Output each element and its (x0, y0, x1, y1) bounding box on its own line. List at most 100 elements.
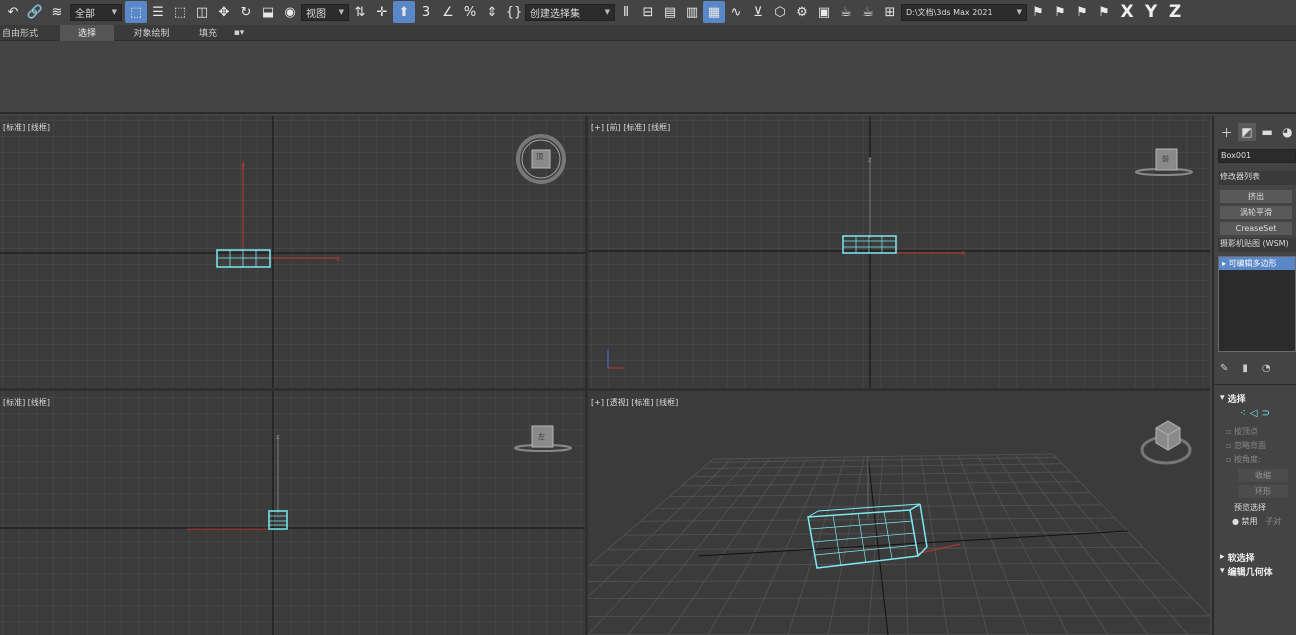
soft-selection-rollout-header[interactable]: ▸ 软选择 (1214, 550, 1296, 564)
ribbon-tab-bar: 自由形式 选择 对象绘制 填充 ▪▾ (0, 24, 1296, 41)
by-vertex-label: 按顶点 (1233, 426, 1258, 436)
named-selection-dropdown[interactable]: 创建选择集 ▼ (525, 3, 615, 21)
viewport-top-canvas: y x (0, 116, 585, 388)
soft-selection-title: 软选择 (1227, 553, 1255, 564)
angle-snap-icon[interactable]: ∠ (437, 1, 459, 23)
project-path-dropdown[interactable]: D:\文档\3ds Max 2021 ▼ (901, 3, 1027, 21)
edit-geometry-title: 编辑几何体 (1227, 567, 1273, 578)
tab-selection[interactable]: 选择 (60, 24, 114, 41)
select-manipulate-icon[interactable]: ✛ (371, 1, 393, 23)
set-project-icon[interactable]: ⚑ (1071, 1, 1093, 23)
rendered-frame-window-icon[interactable]: ▣ (813, 1, 835, 23)
render-active-icon[interactable]: ☕ (857, 1, 879, 23)
viewport-left-label[interactable]: [标准] [线框] (3, 397, 50, 408)
tab-populate[interactable]: 填充 (189, 25, 227, 41)
z-axis-label: z (868, 156, 872, 164)
spinner-snap-icon[interactable]: ⇕ (481, 1, 503, 23)
viewport-left-canvas: z (0, 391, 585, 635)
border-level-icon[interactable]: ⊃ (1262, 408, 1270, 419)
ignore-backfacing-label: 忽略背面 (1233, 440, 1266, 450)
motion-tab-icon[interactable]: ◕ (1279, 123, 1296, 141)
viewport-perspective-label[interactable]: [+] [透视] [标准] [线框] (591, 397, 678, 408)
place-icon[interactable]: ◉ (279, 1, 301, 23)
viewport-top[interactable]: y x [标准] [线框] 顶 (0, 116, 585, 388)
material-editor-icon[interactable]: ⬡ (769, 1, 791, 23)
selection-filter-dropdown[interactable]: 全部 ▼ (70, 3, 122, 21)
pin-stack-icon[interactable]: ✎ (1220, 363, 1228, 374)
chevron-down-icon: ▼ (1016, 8, 1022, 16)
vertex-level-icon[interactable]: ⁖ (1240, 408, 1246, 419)
toggle-scene-explorer-icon[interactable]: ▤ (659, 1, 681, 23)
by-angle-label: 按角度: (1233, 454, 1261, 464)
pivot-center-icon[interactable]: ⇅ (349, 1, 371, 23)
mirror-icon[interactable]: ⫴ (615, 1, 637, 23)
reference-coord-dropdown[interactable]: 视图 ▼ (301, 3, 349, 21)
link-icon[interactable]: 🔗 (24, 1, 46, 23)
viewport-front-label[interactable]: [+] [前] [标准] [线框] (591, 122, 670, 133)
layer-explorer-icon[interactable]: ▥ (681, 1, 703, 23)
creaseset-button[interactable]: CreaseSet (1220, 222, 1292, 235)
extrude-button[interactable]: 挤出 (1220, 190, 1292, 203)
curve-editor-icon[interactable]: ∿ (725, 1, 747, 23)
select-object-icon[interactable]: ⬚ (125, 1, 147, 23)
bind-spacewarp-icon[interactable]: ≋ (46, 1, 68, 23)
edit-geometry-rollout-header[interactable]: ▾ 编辑几何体 (1214, 564, 1296, 578)
selection-rollout-header[interactable]: ▾ 选择 (1214, 391, 1296, 405)
rect-selection-icon[interactable]: ⬚ (169, 1, 191, 23)
rotate-icon[interactable]: ↻ (235, 1, 257, 23)
viewport-front[interactable]: z x [+] [前] [标准] [线框] 前 (588, 116, 1210, 388)
viewport-left[interactable]: z [标准] [线框] 左 (0, 391, 585, 635)
schematic-view-icon[interactable]: ⊻ (747, 1, 769, 23)
edit-named-selection-icon[interactable]: {} (503, 1, 525, 23)
toggle-ribbon-icon[interactable]: ▦ (703, 1, 725, 23)
tab-object-paint[interactable]: 对象绘制 (114, 25, 189, 41)
undo-icon[interactable]: ↶ (2, 1, 24, 23)
constrain-y-button[interactable]: Y (1139, 1, 1163, 23)
command-panel: ＋ ◩ ▬ ◕ Box001 修改器列表 挤出 涡轮平滑 CreaseSet 摄… (1212, 116, 1296, 635)
percent-snap-icon[interactable]: % (459, 1, 481, 23)
stack-tools: ✎ ▮ ◔ (1214, 358, 1296, 378)
show-end-result-icon[interactable]: ▮ (1242, 363, 1248, 374)
ring-button[interactable]: 环形 (1238, 485, 1288, 498)
x-axis-label: x (336, 255, 340, 263)
project-folder-icon[interactable]: ⚑ (1027, 1, 1049, 23)
by-vertex-checkbox[interactable]: ▫ 按顶点 (1214, 424, 1296, 438)
constrain-z-button[interactable]: Z (1163, 1, 1187, 23)
render-setup-icon[interactable]: ⚙ (791, 1, 813, 23)
viewport-perspective[interactable]: [+] [透视] [标准] [线框] (588, 391, 1210, 635)
modifier-list-dropdown[interactable]: 修改器列表 (1218, 171, 1296, 185)
align-icon[interactable]: ⊟ (637, 1, 659, 23)
object-name-field[interactable]: Box001 (1218, 149, 1296, 163)
stack-item-editable-poly[interactable]: ▸ 可编辑多边形 (1219, 257, 1295, 270)
constrain-x-button[interactable]: X (1115, 1, 1139, 23)
create-tab-icon[interactable]: ＋ (1218, 123, 1235, 141)
hierarchy-tab-icon[interactable]: ▬ (1259, 123, 1276, 141)
window-crossing-icon[interactable]: ◫ (191, 1, 213, 23)
chevron-down-icon: ▼ (111, 8, 117, 16)
by-angle-checkbox[interactable]: ▫ 按角度: (1214, 452, 1296, 466)
named-selection-value: 创建选择集 (530, 8, 580, 20)
render-production-icon[interactable]: ☕ (835, 1, 857, 23)
viewport-top-label[interactable]: [标准] [线框] (3, 122, 50, 133)
turbosmooth-button[interactable]: 涡轮平滑 (1220, 206, 1292, 219)
modify-tab-icon[interactable]: ◩ (1238, 123, 1256, 141)
project-path-value: D:\文档\3ds Max 2021 (906, 7, 993, 17)
camera-map-wsm-label[interactable]: 摄影机贴图 (WSM) (1218, 238, 1296, 252)
ignore-backfacing-checkbox[interactable]: ▫ 忽略背面 (1214, 438, 1296, 452)
preview-disabled-radio[interactable]: ● 禁用 子对 (1214, 514, 1296, 528)
render-grid-icon[interactable]: ⊞ (879, 1, 901, 23)
save-project-icon[interactable]: ⚑ (1093, 1, 1115, 23)
scale-icon[interactable]: ⬓ (257, 1, 279, 23)
move-icon[interactable]: ✥ (213, 1, 235, 23)
select-by-name-icon[interactable]: ☰ (147, 1, 169, 23)
viewcube-front-face: 前 (1162, 155, 1169, 163)
open-project-icon[interactable]: ⚑ (1049, 1, 1071, 23)
snaps-toggle-icon[interactable]: 3 (415, 1, 437, 23)
make-unique-icon[interactable]: ◔ (1262, 363, 1271, 374)
edge-level-icon[interactable]: ◁ (1250, 408, 1258, 419)
shrink-button[interactable]: 收缩 (1238, 469, 1288, 482)
tab-freeform[interactable]: 自由形式 (0, 25, 60, 41)
ribbon-options-icon[interactable]: ▪▾ (227, 25, 251, 41)
keyboard-shortcut-override-icon[interactable]: ⬆ (393, 1, 415, 23)
